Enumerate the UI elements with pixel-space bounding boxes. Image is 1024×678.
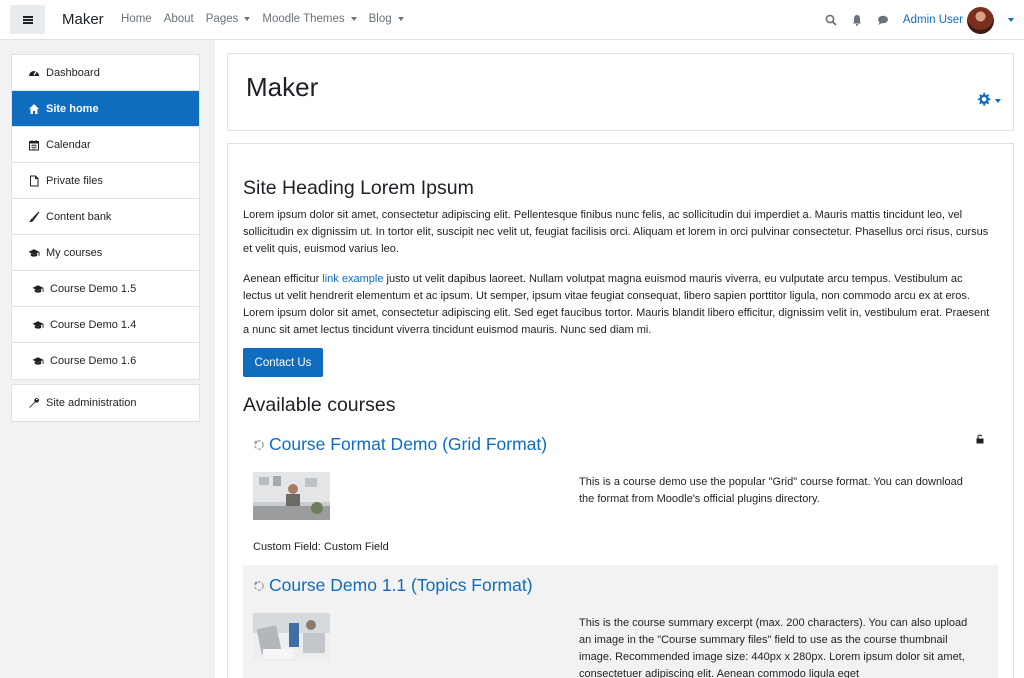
primary-nav: Home About Pages Moodle Themes Blog [121,13,416,25]
sidebar-item-label: Private files [46,174,103,187]
second-paragraph: Aenean efficitur link example justo ut v… [243,271,993,339]
course-custom-field: Custom Field: Custom Field [253,541,389,553]
caret-down-icon [244,17,251,21]
sidebar-item-site-administration[interactable]: Site administration [12,385,199,421]
avatar[interactable] [967,6,994,34]
course-summary: This is a course demo use the popular "G… [579,476,963,505]
bell-icon[interactable] [851,14,863,26]
course-thumbnail-image[interactable] [253,613,330,661]
nav-link-blog[interactable]: Blog [369,13,404,25]
graduation-cap-icon [32,319,44,331]
sidebar: Dashboard Site home Calendar Private fil… [0,40,215,678]
navbar: Maker Home About Pages Moodle Themes Blo… [0,0,1024,40]
caret-down-icon [397,17,404,21]
hamburger-icon [22,15,33,24]
gear-icon [976,92,991,110]
nav-link-label: Blog [368,13,392,25]
course-title-link[interactable]: Course Format Demo (Grid Format) [269,434,547,455]
sidebar-item-label: Course Demo 1.5 [50,282,137,295]
site-brand[interactable]: Maker [62,11,104,28]
course-title-row: Course Format Demo (Grid Format) [253,434,547,455]
sidebar-item-my-courses[interactable]: My courses [12,235,199,271]
nav-link-moodle-themes[interactable]: Moodle Themes [262,13,357,25]
contact-us-button[interactable]: Contact Us [243,348,323,377]
dashboard-icon [28,67,40,79]
brush-icon [28,211,40,223]
nav-link-label: Pages [205,13,239,25]
sidebar-item-label: Site administration [46,397,137,409]
sidebar-item-course-demo-1-4[interactable]: Course Demo 1.4 [12,307,199,343]
sidebar-item-label: Site home [46,102,99,115]
settings-menu-button[interactable] [976,92,1001,110]
sidebar-item-site-home[interactable]: Site home [12,91,199,127]
sidebar-item-content-bank[interactable]: Content bank [12,199,199,235]
site-heading: Site Heading Lorem Ipsum [243,177,474,199]
course-summary: This is the course summary excerpt (max.… [579,617,968,678]
unlock-icon [976,434,984,444]
course-title-row: Course Demo 1.1 (Topics Format) [253,575,533,596]
sidebar-item-label: Content bank [46,210,112,223]
user-menu-name[interactable]: Admin User [903,14,963,26]
file-icon [28,175,40,187]
graduation-cap-icon [32,355,44,367]
course-icon [253,439,265,451]
graduation-cap-icon [28,247,40,259]
intro-paragraph: Lorem ipsum dolor sit amet, consectetur … [243,209,989,255]
course-card: Course Format Demo (Grid Format) This is… [243,424,998,554]
sidebar-item-label: My courses [46,246,103,259]
sidebar-item-label: Course Demo 1.4 [50,318,137,331]
sidebar-item-dashboard[interactable]: Dashboard [12,55,199,91]
drawer-toggle-button[interactable] [10,5,45,34]
course-thumbnail-image[interactable] [253,472,330,520]
graduation-cap-icon [32,283,44,295]
caret-down-icon [350,17,357,21]
page-title: Maker [246,72,319,102]
sidebar-item-calendar[interactable]: Calendar [12,127,199,163]
nav-link-home[interactable]: Home [121,13,152,25]
caret-down-icon [995,99,1001,103]
user-menu-caret-icon[interactable] [1008,18,1014,22]
calendar-icon [28,139,40,151]
nav-right: Admin User [811,6,1014,34]
nav-link-label: Moodle Themes [262,13,345,25]
home-icon [28,103,40,115]
chat-icon[interactable] [877,14,889,26]
sidebar-item-label: Calendar [46,138,91,151]
main-region: Maker Site Heading Lorem Ipsum Lorem ips… [215,40,1024,678]
sidebar-item-course-demo-1-5[interactable]: Course Demo 1.5 [12,271,199,307]
sidebar-item-label: Dashboard [46,66,100,79]
nav-link-about[interactable]: About [164,13,194,25]
search-icon[interactable] [825,14,837,26]
paragraph-text: Aenean efficitur [243,273,323,285]
nav-link-label: About [163,13,194,25]
nav-link-label: Home [121,13,152,25]
page-header: Maker [227,53,1014,131]
sidebar-item-private-files[interactable]: Private files [12,163,199,199]
available-courses-heading: Available courses [243,394,396,416]
nav-link-pages[interactable]: Pages [206,13,251,25]
course-card: Course Demo 1.1 (Topics Format) This is … [243,565,998,678]
example-link[interactable]: link example [322,273,383,285]
sidebar-main-group: Dashboard Site home Calendar Private fil… [11,54,200,380]
sidebar-item-course-demo-1-6[interactable]: Course Demo 1.6 [12,343,199,379]
sidebar-admin-group: Site administration [11,384,200,422]
site-content-card: Site Heading Lorem Ipsum Lorem ipsum dol… [227,143,1014,678]
sidebar-item-label: Course Demo 1.6 [50,355,137,367]
wrench-icon [28,397,40,409]
course-title-link[interactable]: Course Demo 1.1 (Topics Format) [269,575,533,596]
course-icon [253,580,265,592]
